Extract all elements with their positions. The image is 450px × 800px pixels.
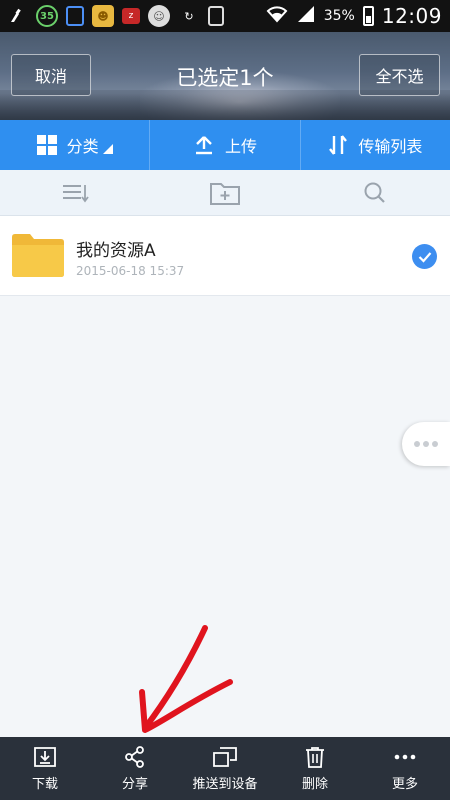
page-title: 已选定1个 xyxy=(176,66,274,90)
bottom-action-bar: 下载 分享 推送到设备 删除 更多 xyxy=(0,737,450,800)
more-button[interactable]: 更多 xyxy=(360,737,450,800)
share-icon xyxy=(125,745,144,768)
folder-icon xyxy=(12,234,64,277)
lock-app-icon xyxy=(66,6,84,26)
battery-percent: 35% xyxy=(323,8,355,24)
delete-label: 删除 xyxy=(301,776,328,792)
clock: 12:09 xyxy=(381,4,442,28)
battery-icon xyxy=(362,6,374,26)
game-app-icon: ☻ xyxy=(92,5,114,27)
sync-icon: ↻ xyxy=(184,9,194,23)
red-arrow-annotation xyxy=(139,625,233,733)
push-to-device-label: 推送到设备 xyxy=(192,776,258,792)
chat-app-icon: ☺ xyxy=(148,5,170,27)
grid-icon xyxy=(36,135,57,155)
list-item[interactable]: 我的资源A 2015-06-18 15:37 xyxy=(0,216,450,296)
wifi-icon xyxy=(266,5,288,27)
transfer-list-button[interactable]: 传输列表 xyxy=(299,120,450,170)
share-label: 分享 xyxy=(121,776,148,792)
cancel-button[interactable]: 取消 xyxy=(11,54,91,96)
new-folder-button[interactable] xyxy=(150,180,300,206)
sort-button[interactable] xyxy=(0,183,150,203)
dot-icon xyxy=(414,441,420,447)
file-name: 我的资源A xyxy=(76,241,156,261)
checkmark-icon xyxy=(418,251,431,263)
transfer-arrows-icon xyxy=(329,135,348,155)
clipboard-icon xyxy=(208,6,224,26)
zhihu-icon: z xyxy=(122,8,140,24)
file-list: 我的资源A 2015-06-18 15:37 xyxy=(0,216,450,296)
download-icon xyxy=(34,746,56,767)
main-toolbar: 分类 上传 传输列表 xyxy=(0,120,450,170)
selection-header: 取消 已选定1个 全不选 xyxy=(0,32,450,120)
more-dots-icon xyxy=(394,754,416,759)
search-icon xyxy=(364,182,385,203)
dot-icon xyxy=(423,441,429,447)
file-date: 2015-06-18 15:37 xyxy=(76,264,185,278)
delete-button[interactable]: 删除 xyxy=(270,737,360,800)
push-to-device-button[interactable]: 推送到设备 xyxy=(180,737,270,800)
more-label: 更多 xyxy=(391,776,418,792)
signal-icon xyxy=(296,5,316,27)
new-folder-icon xyxy=(210,182,240,205)
category-button[interactable]: 分类 xyxy=(0,120,149,170)
status-bar: 35 ☻ z ☺ ↻ 35% 12:09 xyxy=(0,0,450,32)
floating-more-button[interactable] xyxy=(402,422,450,466)
download-button[interactable]: 下载 xyxy=(0,737,90,800)
category-label: 分类 xyxy=(66,137,99,156)
upload-icon xyxy=(195,136,212,155)
search-button[interactable] xyxy=(300,181,450,205)
download-label: 下载 xyxy=(31,776,58,792)
dot-icon xyxy=(432,441,438,447)
share-button[interactable]: 分享 xyxy=(90,737,180,800)
badge-counter-icon: 35 xyxy=(36,5,58,27)
deselect-all-button[interactable]: 全不选 xyxy=(359,54,440,96)
cleaner-icon xyxy=(6,5,28,27)
selected-checkbox[interactable] xyxy=(412,244,437,269)
sort-list-icon xyxy=(63,184,89,202)
transfer-list-label: 传输列表 xyxy=(358,137,423,156)
trash-icon xyxy=(306,746,324,768)
push-device-icon xyxy=(213,746,237,767)
system-icons: 35% 12:09 xyxy=(266,4,442,28)
notification-icons: 35 ☻ z ☺ ↻ xyxy=(6,5,224,27)
upload-label: 上传 xyxy=(224,137,257,156)
sub-toolbar xyxy=(0,170,450,216)
upload-button[interactable]: 上传 xyxy=(149,120,299,170)
corner-triangle-icon xyxy=(102,144,113,154)
